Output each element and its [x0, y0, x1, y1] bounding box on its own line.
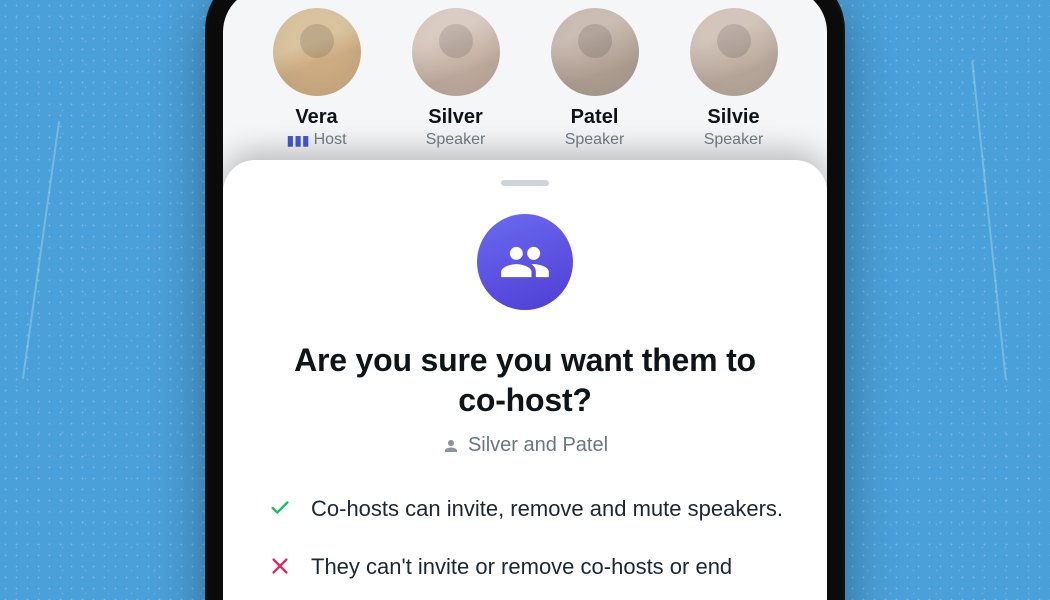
participant-name: Patel: [571, 106, 619, 129]
avatar[interactable]: [273, 8, 361, 96]
cohost-confirm-sheet: Are you sure you want them to co-host? S…: [223, 160, 827, 600]
avatar[interactable]: [690, 8, 778, 96]
cohost-can-bullet: Co-hosts can invite, remove and mute spe…: [267, 493, 783, 525]
person-icon: [442, 437, 460, 455]
participant-role: Speaker: [704, 131, 764, 149]
cross-icon: [267, 551, 293, 577]
check-icon: [267, 493, 293, 519]
participant-role: Speaker: [426, 131, 486, 149]
people-icon: [477, 214, 573, 310]
modal-title: Are you sure you want them to co-host?: [267, 340, 783, 420]
participant-patel[interactable]: Patel Speaker: [535, 8, 655, 149]
avatar[interactable]: [412, 8, 500, 96]
participant-role: ▮▮▮ Host: [286, 131, 346, 149]
participant-name: Silver: [428, 106, 482, 129]
participant-silver[interactable]: Silver Speaker: [396, 8, 516, 149]
phone-frame: Vera ▮▮▮ Host Silver Speaker Patel Speak…: [205, 0, 845, 600]
cohost-cannot-bullet: They can't invite or remove co-hosts or …: [267, 551, 783, 583]
selected-cohosts: Silver and Patel: [267, 434, 783, 457]
bullet-text: They can't invite or remove co-hosts or …: [311, 551, 732, 583]
sheet-grabber[interactable]: [501, 180, 549, 186]
phone-screen: Vera ▮▮▮ Host Silver Speaker Patel Speak…: [223, 0, 827, 600]
role-label: Host: [314, 131, 347, 149]
selected-cohosts-label: Silver and Patel: [468, 434, 608, 457]
host-badge-icon: ▮▮▮: [286, 132, 309, 149]
participant-role: Speaker: [565, 131, 625, 149]
participant-silvie[interactable]: Silvie Speaker: [674, 8, 794, 149]
participant-name: Vera: [295, 106, 337, 129]
avatar[interactable]: [551, 8, 639, 96]
participant-vera[interactable]: Vera ▮▮▮ Host: [257, 8, 377, 149]
participant-name: Silvie: [707, 106, 759, 129]
bullet-text: Co-hosts can invite, remove and mute spe…: [311, 493, 783, 525]
